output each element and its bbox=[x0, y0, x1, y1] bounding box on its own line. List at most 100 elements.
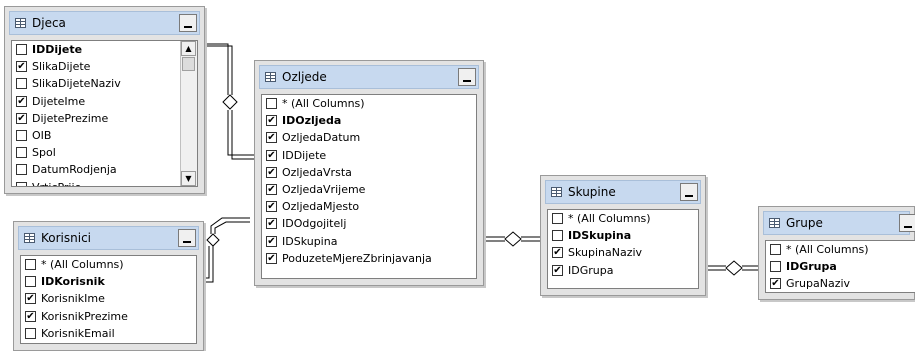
column-row[interactable]: SlikaDijeteNaziv bbox=[12, 75, 181, 92]
column-row[interactable]: ✔ IDOdgojitelj bbox=[262, 215, 476, 232]
column-checkbox[interactable] bbox=[770, 261, 781, 272]
column-checkbox[interactable]: ✔ bbox=[266, 115, 277, 126]
table-name: Korisnici bbox=[41, 231, 91, 245]
column-checkbox[interactable] bbox=[25, 259, 36, 270]
column-row[interactable]: IDGrupa bbox=[766, 258, 915, 275]
column-checkbox[interactable]: ✔ bbox=[16, 113, 27, 124]
minimize-button[interactable] bbox=[680, 183, 698, 201]
table-title-bar[interactable]: Djeca bbox=[9, 11, 200, 35]
column-checkbox[interactable] bbox=[16, 78, 27, 89]
column-checkbox[interactable]: ✔ bbox=[266, 253, 277, 264]
column-row[interactable]: IDSkupina bbox=[548, 227, 698, 244]
minimize-button[interactable] bbox=[458, 68, 476, 86]
column-checkbox[interactable]: ✔ bbox=[266, 218, 277, 229]
column-label: PoduzeteMjereZbrinjavanja bbox=[282, 252, 432, 265]
column-rows: IDDijete✔SlikaDijeteSlikaDijeteNaziv✔Dij… bbox=[12, 41, 197, 187]
table-icon bbox=[15, 18, 26, 28]
column-checkbox[interactable]: ✔ bbox=[16, 96, 27, 107]
column-row[interactable]: ✔ OzljedaMjesto bbox=[262, 198, 476, 215]
column-checkbox[interactable] bbox=[552, 213, 563, 224]
column-row[interactable]: KorisnikEmail bbox=[21, 325, 196, 342]
column-checkbox[interactable]: ✔ bbox=[16, 61, 27, 72]
column-checkbox[interactable]: ✔ bbox=[266, 167, 277, 178]
column-row[interactable]: ✔ KorisnikPrezime bbox=[21, 308, 196, 325]
column-label: OzljedaMjesto bbox=[282, 200, 359, 213]
column-checkbox[interactable] bbox=[25, 276, 36, 287]
column-row[interactable]: ✔SlikaDijete bbox=[12, 58, 181, 75]
column-checkbox[interactable] bbox=[16, 147, 27, 158]
table-grupe[interactable]: Grupe * (All Columns) IDGrupa✔GrupaNaziv bbox=[758, 206, 915, 300]
minimize-button[interactable] bbox=[178, 229, 196, 247]
column-row[interactable]: OIB bbox=[12, 127, 181, 144]
column-checkbox[interactable]: ✔ bbox=[25, 293, 36, 304]
column-row[interactable]: ✔SkupinaNaziv bbox=[548, 244, 698, 261]
column-checkbox[interactable]: ✔ bbox=[266, 201, 277, 212]
column-row[interactable]: * (All Columns) bbox=[21, 256, 196, 273]
table-djeca[interactable]: Djeca IDDijete✔SlikaDijeteSlikaDijeteNaz… bbox=[4, 6, 205, 194]
table-name: Grupe bbox=[786, 216, 823, 230]
column-rows: * (All Columns)✔IDOzljeda✔OzljedaDatum✔I… bbox=[262, 95, 476, 267]
column-row[interactable]: IDDijete bbox=[12, 41, 181, 58]
column-row[interactable]: ✔DijetePrezime bbox=[12, 110, 181, 127]
column-row[interactable]: * (All Columns) bbox=[262, 95, 476, 112]
minimize-button[interactable] bbox=[899, 214, 915, 232]
column-row[interactable]: ✔OzljedaVrijeme bbox=[262, 181, 476, 198]
column-checkbox[interactable]: ✔ bbox=[25, 311, 36, 322]
column-row[interactable]: * (All Columns) bbox=[766, 241, 915, 258]
table-korisnici[interactable]: Korisnici * (All Columns)IDKorisnik✔Kori… bbox=[13, 221, 204, 351]
column-row[interactable]: VrticPrije bbox=[12, 179, 181, 188]
column-checkbox[interactable] bbox=[266, 98, 277, 109]
column-row[interactable]: ✔KorisnikIme bbox=[21, 290, 196, 307]
column-row[interactable]: ✔OzljedaDatum bbox=[262, 129, 476, 146]
table-title-bar[interactable]: Skupine bbox=[545, 180, 701, 204]
column-row[interactable]: ✔IDSkupina bbox=[262, 233, 476, 250]
column-row[interactable]: ✔IDGrupa bbox=[548, 262, 698, 279]
column-list: * (All Columns) IDGrupa✔GrupaNaziv bbox=[765, 240, 915, 293]
column-checkbox[interactable] bbox=[16, 182, 27, 188]
column-row[interactable]: ✔ PoduzeteMjereZbrinjavanja bbox=[262, 250, 476, 267]
column-list: IDDijete✔SlikaDijeteSlikaDijeteNaziv✔Dij… bbox=[11, 40, 198, 187]
column-row[interactable]: ✔OzljedaVrsta bbox=[262, 164, 476, 181]
minimize-button[interactable] bbox=[179, 14, 197, 32]
column-checkbox[interactable] bbox=[16, 164, 27, 175]
table-title-bar[interactable]: Korisnici bbox=[18, 226, 199, 250]
column-checkbox[interactable]: ✔ bbox=[266, 236, 277, 247]
column-rows: * (All Columns) IDGrupa✔GrupaNaziv bbox=[766, 241, 915, 293]
column-checkbox[interactable]: ✔ bbox=[552, 265, 563, 276]
column-row[interactable]: ✔DijeteIme bbox=[12, 93, 181, 110]
column-row[interactable]: * (All Columns) bbox=[548, 210, 698, 227]
column-checkbox[interactable] bbox=[16, 44, 27, 55]
column-label: IDOdgojitelj bbox=[282, 217, 346, 230]
column-row[interactable]: ✔GrupaNaziv bbox=[766, 275, 915, 292]
column-label: IDSkupina bbox=[568, 229, 631, 242]
column-checkbox[interactable] bbox=[25, 328, 36, 339]
scroll-up-icon[interactable]: ▲ bbox=[181, 41, 196, 56]
column-checkbox[interactable]: ✔ bbox=[266, 132, 277, 143]
column-row[interactable]: IDKorisnik bbox=[21, 273, 196, 290]
table-title-bar[interactable]: Grupe bbox=[763, 211, 910, 235]
column-row[interactable]: KorisnickoIme bbox=[21, 342, 196, 344]
vertical-scrollbar[interactable]: ▲ ▼ bbox=[180, 41, 197, 186]
column-rows: * (All Columns) IDSkupina ✔SkupinaNaziv✔ID… bbox=[548, 210, 698, 279]
table-title-bar[interactable]: Ozljede bbox=[259, 65, 479, 89]
column-row[interactable]: ✔IDDijete bbox=[262, 147, 476, 164]
column-checkbox[interactable]: ✔ bbox=[266, 150, 277, 161]
column-row[interactable]: DatumRodjenja bbox=[12, 161, 181, 178]
column-checkbox[interactable] bbox=[770, 244, 781, 255]
column-label: DatumRodjenja bbox=[32, 163, 117, 176]
table-skupine[interactable]: Skupine * (All Columns) IDSkupina ✔Skupina… bbox=[540, 175, 706, 296]
column-row[interactable]: Spol bbox=[12, 144, 181, 161]
column-label: KorisnikPrezime bbox=[41, 310, 128, 323]
column-checkbox[interactable]: ✔ bbox=[266, 184, 277, 195]
column-checkbox[interactable] bbox=[16, 130, 27, 141]
column-checkbox[interactable]: ✔ bbox=[552, 247, 563, 258]
table-ozljede[interactable]: Ozljede * (All Columns)✔IDOzljeda✔Ozljed… bbox=[254, 60, 484, 286]
column-checkbox[interactable]: ✔ bbox=[770, 278, 781, 289]
scroll-down-icon[interactable]: ▼ bbox=[181, 171, 196, 186]
column-label: * (All Columns) bbox=[786, 243, 869, 256]
column-list: * (All Columns)IDKorisnik✔KorisnikIme✔Ko… bbox=[20, 255, 197, 344]
relationship-diamond-korisnici bbox=[207, 234, 219, 246]
column-checkbox[interactable] bbox=[552, 230, 563, 241]
column-row[interactable]: ✔IDOzljeda bbox=[262, 112, 476, 129]
scroll-thumb[interactable] bbox=[182, 57, 195, 71]
